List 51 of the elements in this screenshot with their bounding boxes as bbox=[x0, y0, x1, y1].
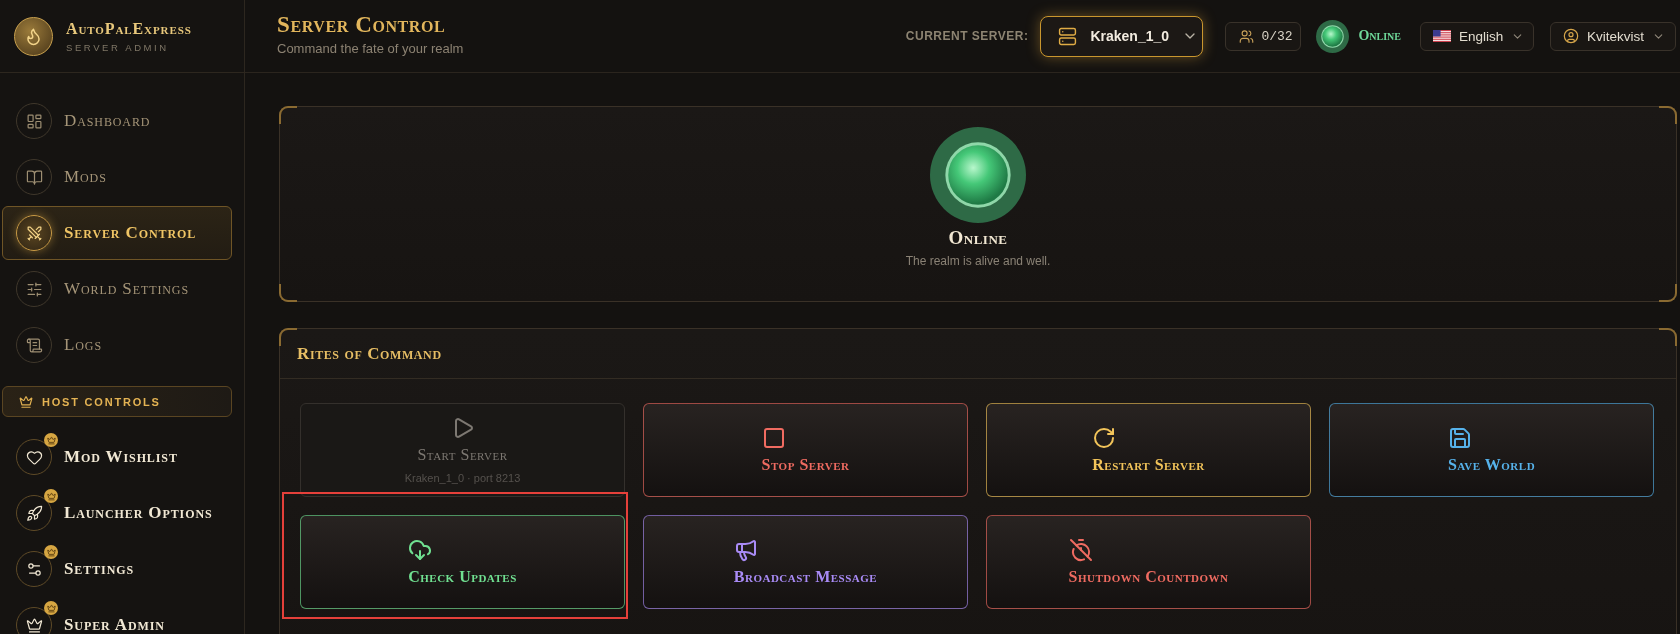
user-icon bbox=[1563, 28, 1579, 44]
nav-item[interactable]: Logs bbox=[2, 318, 232, 372]
nav-item[interactable]: Dashboard bbox=[2, 94, 232, 148]
nav-item[interactable]: Launcher Options bbox=[2, 486, 232, 540]
page-title: Server Control bbox=[277, 12, 447, 38]
cloud-download-icon bbox=[408, 538, 433, 562]
user-menu[interactable]: Kvitekvist bbox=[1550, 21, 1676, 51]
action-button[interactable]: Shutdown Countdown bbox=[986, 515, 1311, 609]
crown-badge-icon bbox=[44, 545, 58, 559]
section-title: HOST CONTROLS bbox=[42, 395, 161, 408]
status-message: The realm is alive and well. bbox=[905, 254, 1051, 268]
corner-ornament-icon bbox=[1659, 106, 1677, 124]
users-icon bbox=[1239, 28, 1255, 44]
nav-item[interactable]: Settings bbox=[2, 542, 232, 596]
crown-badge-icon bbox=[44, 601, 58, 615]
language-select[interactable]: English bbox=[1420, 21, 1534, 51]
player-count: 0/32 bbox=[1261, 28, 1293, 44]
corner-ornament-icon bbox=[279, 106, 297, 124]
corner-ornament-icon bbox=[1659, 284, 1677, 302]
corner-ornament-icon bbox=[279, 328, 297, 346]
nav-item[interactable]: Mod Wishlist bbox=[2, 430, 232, 484]
panel-title: Rites of Command bbox=[297, 343, 442, 364]
stop-icon bbox=[761, 426, 786, 450]
server-icon bbox=[1058, 26, 1078, 46]
status-title: Online bbox=[948, 227, 1008, 249]
flag-icon bbox=[1433, 30, 1451, 42]
status-label: Online bbox=[1358, 28, 1401, 44]
megaphone-icon bbox=[733, 538, 758, 562]
action-button[interactable]: Broadcast Message bbox=[643, 515, 968, 609]
flame-logo-icon bbox=[14, 16, 53, 56]
corner-ornament-icon bbox=[279, 284, 297, 302]
action-button[interactable]: Restart Server bbox=[986, 403, 1311, 497]
stopwatch-off-icon bbox=[1068, 538, 1093, 562]
nav-item[interactable]: Super Admin bbox=[2, 598, 232, 634]
action-button[interactable]: Check Updates bbox=[300, 515, 625, 609]
page-subtitle: Command the fate of your realm bbox=[277, 41, 464, 57]
server-label: CURRENT SERVER: bbox=[905, 29, 1029, 43]
brand-name: AutoPalExpress bbox=[66, 19, 192, 37]
crown-icon bbox=[19, 394, 33, 409]
nav-item[interactable]: Mods bbox=[2, 150, 232, 204]
corner-ornament-icon bbox=[1659, 328, 1677, 346]
nav-item[interactable]: World Settings bbox=[2, 262, 232, 316]
swords-icon bbox=[16, 215, 52, 251]
nav-item[interactable]: Server Control bbox=[2, 206, 232, 260]
refresh-icon bbox=[1092, 426, 1117, 450]
action-button[interactable]: Save World bbox=[1329, 403, 1654, 497]
crown-badge-icon bbox=[44, 489, 58, 503]
brand-tagline: SERVER ADMIN bbox=[66, 41, 170, 53]
action-button[interactable]: Stop Server bbox=[643, 403, 968, 497]
crown-badge-icon bbox=[44, 433, 58, 447]
server-select[interactable]: Kraken_1_0 bbox=[1040, 15, 1204, 57]
